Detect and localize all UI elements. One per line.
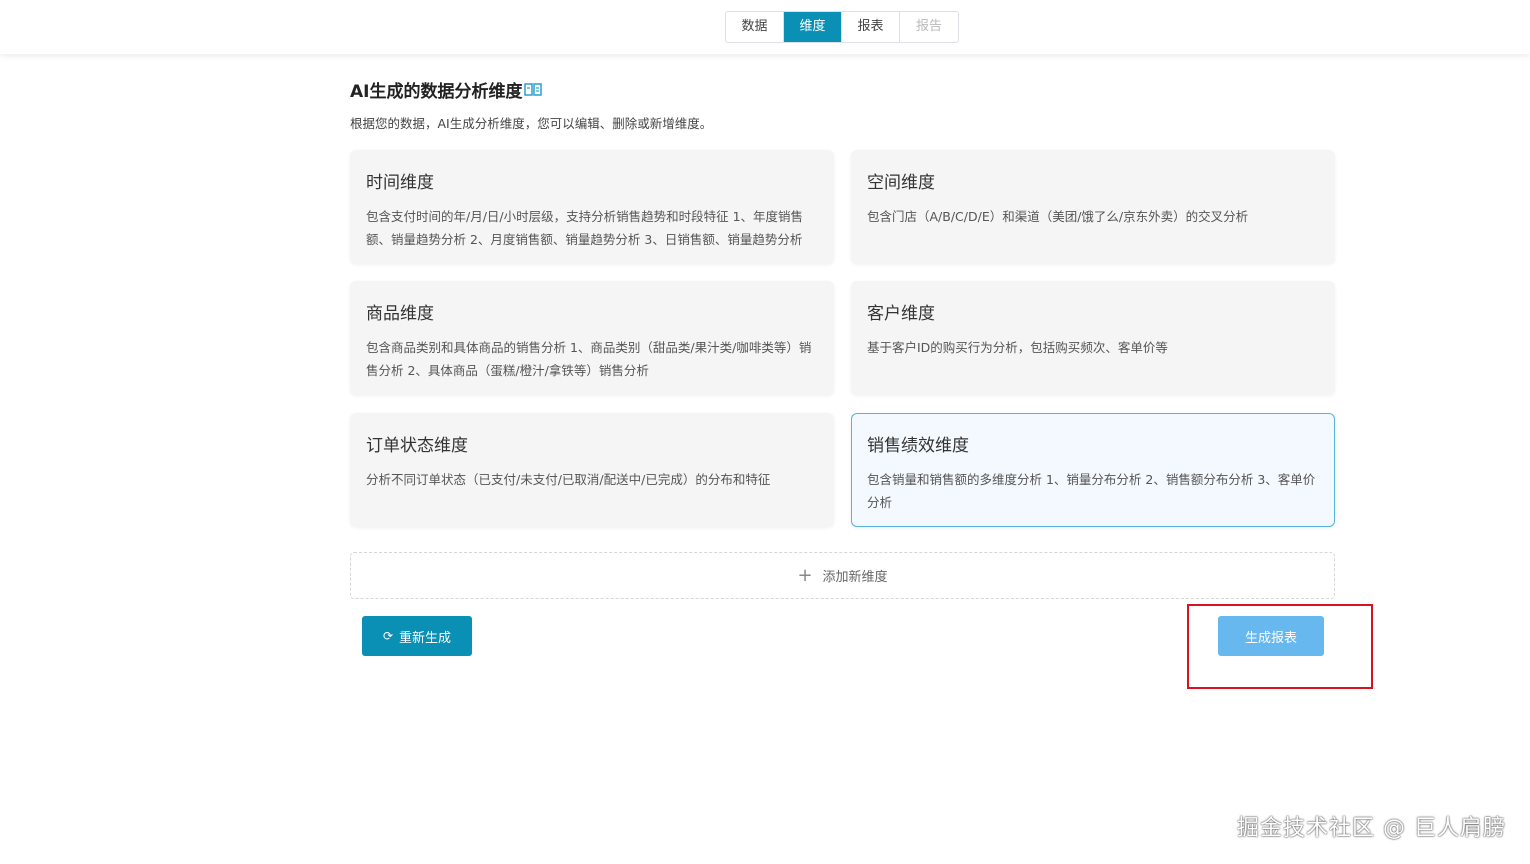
dimension-desc: 包含门店（A/B/C/D/E）和渠道（美团/饿了么/京东外卖）的交叉分析	[867, 209, 1249, 224]
dimension-card-space[interactable]: 空间维度 包含门店（A/B/C/D/E）和渠道（美团/饿了么/京东外卖）的交叉分…	[851, 150, 1335, 264]
page-title: AI生成的数据分析维度	[350, 77, 543, 102]
dimension-card-sales-performance[interactable]: 销售绩效维度 包含销量和销售额的多维度分析 1、销量分布分析 2、销售额分布分析…	[851, 413, 1335, 527]
page-subtitle: 根据您的数据，AI生成分析维度，您可以编辑、删除或新增维度。	[350, 116, 713, 131]
dimension-card-customer[interactable]: 客户维度 基于客户ID的购买行为分析，包括购买频次、客单价等	[851, 281, 1335, 395]
dimension-title: 订单状态维度	[366, 436, 468, 456]
plus-icon: +	[797, 564, 813, 586]
add-dimension-button[interactable]: + 添加新维度	[350, 552, 1335, 599]
dimension-card-time[interactable]: 时间维度 包含支付时间的年/月/日/小时层级，支持分析销售趋势和时段特征 1、年…	[350, 150, 834, 264]
dimension-desc: 包含支付时间的年/月/日/小时层级，支持分析销售趋势和时段特征 1、年度销售额、…	[366, 209, 804, 247]
annotation-highlight-box	[1187, 604, 1373, 689]
dimension-card-product[interactable]: 商品维度 包含商品类别和具体商品的销售分析 1、商品类别（甜品类/果汁类/咖啡类…	[350, 281, 834, 395]
dimension-title: 客户维度	[867, 304, 935, 324]
dimension-desc: 分析不同订单状态（已支付/未支付/已取消/配送中/已完成）的分布和特征	[366, 472, 771, 487]
dimension-desc: 包含商品类别和具体商品的销售分析 1、商品类别（甜品类/果汁类/咖啡类等）销售分…	[366, 340, 812, 378]
dimension-title: 空间维度	[867, 173, 935, 193]
tab-report: 报告	[900, 12, 958, 42]
dimension-title: 时间维度	[366, 173, 434, 193]
regenerate-button[interactable]: ⟳ 重新生成	[362, 616, 472, 656]
tab-data[interactable]: 数据	[726, 12, 784, 42]
dimension-title: 销售绩效维度	[867, 436, 969, 456]
regenerate-label: 重新生成	[399, 630, 452, 646]
step-tabs: 数据 维度 报表 报告	[725, 11, 959, 43]
tab-report-table[interactable]: 报表	[842, 12, 900, 42]
page-title-text: AI生成的数据分析维度	[350, 82, 523, 102]
dimension-desc: 包含销量和销售额的多维度分析 1、销量分布分析 2、销售额分布分析 3、客单价分…	[867, 472, 1316, 510]
add-dimension-label: 添加新维度	[822, 570, 888, 585]
book-icon	[524, 82, 543, 98]
dimension-title: 商品维度	[366, 304, 434, 324]
top-bar: 数据 维度 报表 报告	[0, 0, 1530, 54]
refresh-icon: ⟳	[382, 629, 394, 643]
watermark: 掘金技术社区 @ 巨人肩膀	[1237, 816, 1506, 841]
tab-dimension[interactable]: 维度	[784, 12, 842, 42]
dimension-card-order-status[interactable]: 订单状态维度 分析不同订单状态（已支付/未支付/已取消/配送中/已完成）的分布和…	[350, 413, 834, 527]
dimension-desc: 基于客户ID的购买行为分析，包括购买频次、客单价等	[867, 340, 1168, 355]
